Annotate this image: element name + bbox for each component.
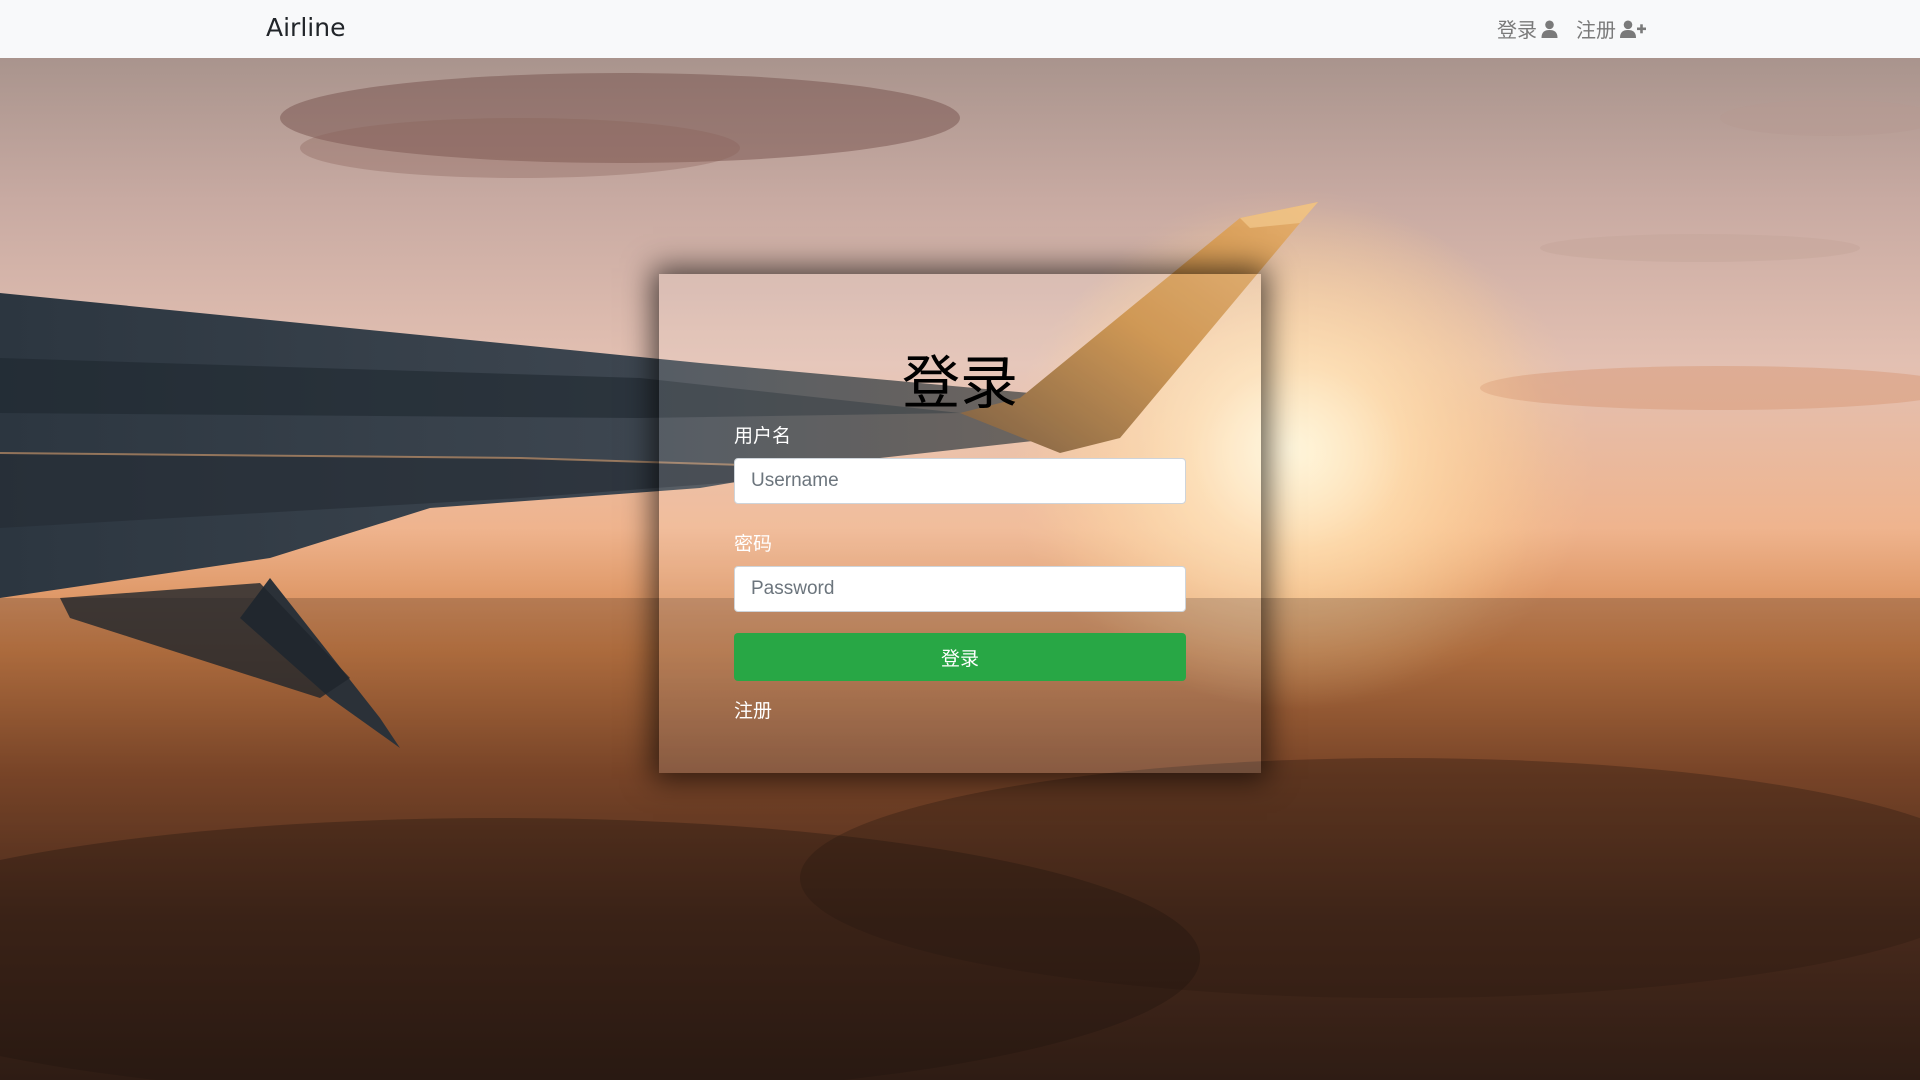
login-nav-label: 登录	[1497, 18, 1537, 42]
login-nav-link[interactable]: 登录	[1497, 14, 1558, 43]
login-title: 登录	[901, 349, 1018, 417]
register-nav-link[interactable]: 注册	[1576, 14, 1646, 43]
password-input[interactable]	[734, 566, 1186, 612]
username-label: 用户名	[734, 425, 792, 447]
nav-links: 登录 注册	[1497, 14, 1646, 43]
register-link[interactable]: 注册	[734, 696, 772, 723]
login-button[interactable]: 登录	[734, 633, 1186, 681]
user-plus-icon	[1620, 20, 1646, 38]
username-input[interactable]	[734, 458, 1186, 504]
user-icon	[1541, 20, 1558, 38]
navbar: Airline 登录 注册	[0, 0, 1920, 58]
register-nav-label: 注册	[1576, 18, 1616, 42]
login-card: 登录 用户名 密码 登录 注册	[659, 274, 1261, 773]
password-label: 密码	[734, 533, 773, 555]
brand-link[interactable]: Airline	[266, 13, 345, 42]
